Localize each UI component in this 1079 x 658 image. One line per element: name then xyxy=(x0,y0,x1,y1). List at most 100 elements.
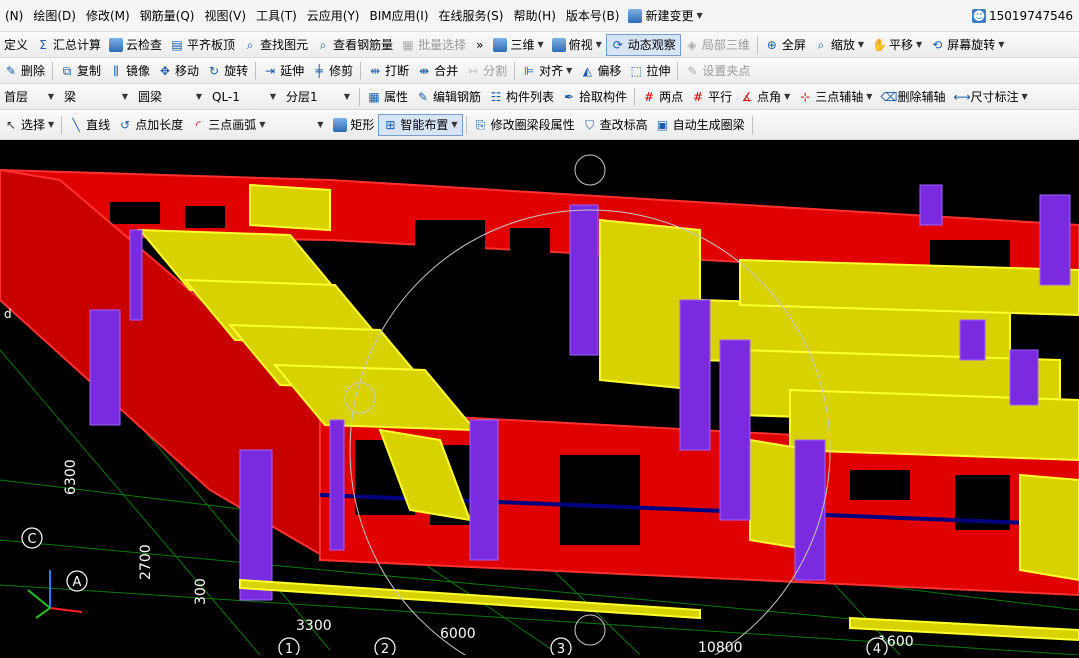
change-elevation-button[interactable]: ⛉ 查改标高 xyxy=(579,114,652,136)
chevron-down-icon: ▼ xyxy=(451,120,458,129)
point-angle-button[interactable]: ∡ 点角 ▼ xyxy=(736,86,794,108)
rectangle-button[interactable]: 矩形 xyxy=(329,114,378,136)
attributes-icon: ▦ xyxy=(368,89,380,104)
menu-item-draw[interactable]: 绘图(D) xyxy=(28,0,81,31)
stretch-button[interactable]: ⬚ 拉伸 xyxy=(625,60,674,82)
menu-item-view[interactable]: 视图(V) xyxy=(199,0,251,31)
sum-calc-button[interactable]: Σ 汇总计算 xyxy=(32,34,105,56)
type-select[interactable]: 圆梁 ▼ xyxy=(134,87,206,107)
modify-segment-label: 修改圈梁段属性 xyxy=(490,118,575,132)
floor-value: 首层 xyxy=(4,90,29,104)
menu-item-tools[interactable]: 工具(T) xyxy=(251,0,302,31)
category-select[interactable]: 梁 ▼ xyxy=(60,87,132,107)
mirror-button[interactable]: ⫼ 镜像 xyxy=(105,60,154,82)
dimension-label: 尺寸标注 xyxy=(970,90,1019,104)
menu-item-version[interactable]: 版本号(B) xyxy=(561,0,625,31)
element-value: QL-1 xyxy=(212,89,240,104)
element-select[interactable]: QL-1 ▼ xyxy=(208,87,280,107)
dynamic-orbit-button[interactable]: ⟳ 动态观察 xyxy=(605,33,681,56)
break-button[interactable]: ⇹ 打断 xyxy=(364,60,413,82)
rectangle-icon xyxy=(333,117,348,132)
edit-rebar-button[interactable]: ✎ 编辑钢筋 xyxy=(412,86,485,108)
floor-select[interactable]: 首层 ▼ xyxy=(0,87,58,107)
auto-ring-beam-button[interactable]: ▣ 自动生成圈梁 xyxy=(652,114,749,136)
delete-axis-button[interactable]: ⌫ 删除辅轴 xyxy=(876,86,949,108)
partial-3d-button[interactable]: ◈ 局部三维 xyxy=(681,34,754,56)
align-button[interactable]: ⊫ 对齐 ▼ xyxy=(518,60,576,82)
user-icon: ☻ xyxy=(972,8,987,23)
screen-rotate-button[interactable]: ⟲ 屏幕旋转 ▼ xyxy=(926,34,1008,56)
dimension-button[interactable]: ⟷ 尺寸标注 ▼ xyxy=(949,86,1031,108)
menu-item-help[interactable]: 帮助(H) xyxy=(508,0,560,31)
3d-viewport[interactable]: 6300 2700 300 3300 6000 10800 1600 d C A… xyxy=(0,140,1079,658)
toolbar-draw: ↖ 选择 ▼ ╲ 直线 ↺ 点加长度 ◜ 三点画弧 ▼ ▼ 矩形 ⊞ 智能布置 ▼ ⎘ 修改圈梁段… xyxy=(0,110,1079,140)
chevron-down-icon: ▼ xyxy=(916,40,923,49)
fullscreen-button[interactable]: ⊕ 全屏 xyxy=(761,34,810,56)
fullscreen-label: 全屏 xyxy=(781,38,806,52)
zoom-extents-icon: ⊕ xyxy=(766,37,777,52)
grid-label-a: A xyxy=(73,575,82,590)
copy-icon: ⧉ xyxy=(62,63,72,78)
arc-options-select[interactable]: ▼ xyxy=(269,115,327,135)
menu-item-online[interactable]: 在线服务(S) xyxy=(434,0,509,31)
attributes-button[interactable]: ▦ 属性 xyxy=(363,86,412,108)
menu-item-n[interactable]: (N) xyxy=(0,0,28,31)
line-button[interactable]: ╲ 直线 xyxy=(65,114,114,136)
menu-item-modify[interactable]: 修改(M) xyxy=(81,0,135,31)
trim-button[interactable]: ╪ 修剪 xyxy=(308,60,357,82)
view-rebar-button[interactable]: ⌕ 查看钢筋量 xyxy=(312,34,397,56)
separator xyxy=(61,115,63,134)
dim-2700: 2700 xyxy=(138,544,154,580)
move-button[interactable]: ✥ 移动 xyxy=(154,60,203,82)
select-button[interactable]: ↖ 选择 ▼ xyxy=(0,114,58,136)
offset-button[interactable]: ◭ 偏移 xyxy=(576,60,625,82)
cloud-check-button[interactable]: 云检查 xyxy=(105,34,166,56)
delete-button[interactable]: ✎ 删除 xyxy=(0,60,49,82)
set-grip-label: 设置夹点 xyxy=(702,64,751,78)
grid-label-3: 3 xyxy=(557,642,565,655)
parallel-button[interactable]: # 平行 xyxy=(687,86,736,108)
modify-segment-button[interactable]: ⎘ 修改圈梁段属性 xyxy=(470,114,579,136)
menu-item-rebar-quantity[interactable]: 钢筋量(Q) xyxy=(135,0,200,31)
member-list-button[interactable]: ☷ 构件列表 xyxy=(485,86,558,108)
separator xyxy=(255,61,257,80)
define-button[interactable]: 定义 xyxy=(0,34,32,56)
three-point-axis-button[interactable]: ⊹ 三点辅轴 ▼ xyxy=(794,86,876,108)
hand-icon: ✋ xyxy=(872,37,887,52)
three-d-button[interactable]: 三维 ▼ xyxy=(489,34,547,56)
model-canvas[interactable]: 6300 2700 300 3300 6000 10800 1600 d C A… xyxy=(0,140,1079,658)
extend-button[interactable]: ⇥ 延伸 xyxy=(259,60,308,82)
pick-member-button[interactable]: ✒ 拾取构件 xyxy=(558,86,631,108)
split-button[interactable]: ⇿ 分割 xyxy=(462,60,511,82)
point-length-button[interactable]: ↺ 点加长度 xyxy=(114,114,187,136)
find-element-button[interactable]: ⌕ 查找图元 xyxy=(239,34,312,56)
new-change-button[interactable]: 新建变更 ▼ xyxy=(624,5,706,27)
chevron-down-icon: ▼ xyxy=(1021,92,1028,101)
user-account[interactable]: ☻ 15019747546 xyxy=(972,8,1079,23)
menu-item-bim[interactable]: BIM应用(I) xyxy=(364,0,433,31)
batch-select-button[interactable]: ▦ 批量选择 xyxy=(397,34,470,56)
rotate-button[interactable]: ↻ 旋转 xyxy=(203,60,252,82)
menu-item-cloud[interactable]: 云应用(Y) xyxy=(302,0,365,31)
flush-slab-button[interactable]: ▤ 平齐板顶 xyxy=(166,34,239,56)
zoom-button[interactable]: ⌕ 缩放 ▼ xyxy=(810,34,868,56)
pan-button[interactable]: ✋ 平移 ▼ xyxy=(868,34,926,56)
stretch-label: 拉伸 xyxy=(646,64,671,78)
category-value: 梁 xyxy=(64,90,77,104)
set-grip-button[interactable]: ✎ 设置夹点 xyxy=(681,60,754,82)
copy-label: 复制 xyxy=(77,64,102,78)
layer-select[interactable]: 分层1 ▼ xyxy=(282,87,354,107)
dim-10800: 10800 xyxy=(698,640,743,655)
two-points-button[interactable]: # 两点 xyxy=(638,86,687,108)
cloud-check-label: 云检查 xyxy=(126,38,163,52)
merge-button[interactable]: ⇼ 合并 xyxy=(413,60,462,82)
overflow-button[interactable]: » xyxy=(470,34,489,56)
copy-button[interactable]: ⧉ 复制 xyxy=(56,60,105,82)
smart-layout-button[interactable]: ⊞ 智能布置 ▼ xyxy=(378,113,463,136)
pan-label: 平移 xyxy=(889,38,914,52)
batch-select-label: 批量选择 xyxy=(418,38,467,52)
three-point-arc-button[interactable]: ◜ 三点画弧 ▼ xyxy=(187,114,269,136)
two-points-icon: # xyxy=(644,89,655,104)
top-view-button[interactable]: 俯视 ▼ xyxy=(548,34,606,56)
two-points-label: 两点 xyxy=(659,90,684,104)
